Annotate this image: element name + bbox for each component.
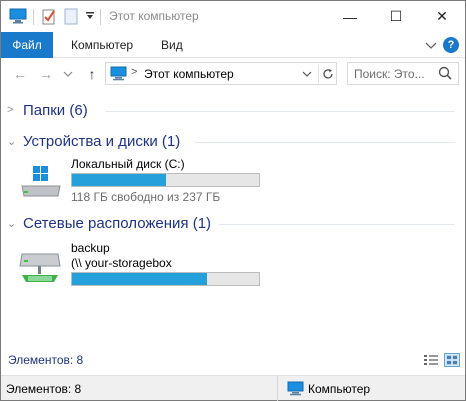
chevron-down-icon: ⌄	[7, 135, 17, 148]
status-location: Компьютер	[287, 381, 370, 396]
customize-toolbar-icon[interactable]	[85, 11, 95, 21]
details-view-icon[interactable]	[423, 353, 439, 367]
title-divider	[100, 9, 101, 25]
network-drive-icon[interactable]	[18, 248, 64, 286]
minimize-button[interactable]: —	[327, 1, 373, 32]
local-disk-name[interactable]: Локальный диск (C:)	[71, 157, 185, 171]
group-folders-label: Папки (6)	[23, 101, 88, 119]
forward-arrow-icon: →	[39, 66, 53, 82]
ribbon-tabs: Файл Компьютер Вид ?	[1, 32, 465, 58]
group-divider	[195, 142, 455, 143]
group-devices-label: Устройства и диски (1)	[23, 132, 181, 150]
new-folder-icon[interactable]	[64, 8, 78, 25]
address-dropdown-icon[interactable]	[302, 70, 312, 78]
search-icon[interactable]	[438, 66, 452, 80]
status-location-label: Компьютер	[308, 381, 371, 396]
address-text: Этот компьютер	[144, 67, 234, 81]
back-arrow-icon: ←	[13, 66, 27, 82]
search-box[interactable]	[347, 62, 459, 85]
expand-ribbon-icon[interactable]	[425, 40, 437, 50]
local-disk-icon[interactable]	[18, 164, 64, 200]
group-divider	[105, 111, 455, 112]
group-network-label: Сетевые расположения (1)	[23, 214, 212, 232]
tab-file[interactable]: Файл	[1, 32, 53, 58]
back-button[interactable]: ←	[11, 65, 29, 83]
status-bar: Элементов: 8 Компьютер	[1, 375, 465, 401]
window-title: Этот компьютер	[109, 9, 199, 23]
network-drive-name[interactable]: backup	[71, 241, 110, 255]
status-divider	[277, 376, 278, 401]
forward-button[interactable]: →	[37, 65, 55, 83]
close-button[interactable]: ✕	[419, 1, 465, 32]
refresh-button[interactable]	[318, 65, 336, 83]
title-bar: Этот компьютер — ☐ ✕	[1, 1, 465, 32]
refresh-icon	[322, 69, 333, 79]
minimize-icon: —	[343, 8, 357, 25]
chevron-down-icon: ⌄	[7, 217, 17, 230]
tab-view[interactable]: Вид	[161, 32, 183, 58]
local-disk-usage-fill	[72, 174, 166, 186]
address-bar[interactable]: > Этот компьютер	[105, 62, 337, 85]
network-drive-usage-bar	[71, 272, 260, 286]
computer-icon	[110, 66, 127, 81]
breadcrumb-separator-icon[interactable]: >	[131, 66, 137, 78]
up-arrow-icon: ↑	[88, 66, 96, 82]
quick-access-divider	[33, 9, 34, 25]
group-folders[interactable]: > Папки (6)	[7, 100, 88, 120]
maximize-button[interactable]: ☐	[373, 1, 419, 32]
network-drive-usage-fill	[72, 273, 207, 285]
item-count-label: Элементов: 8	[8, 353, 84, 367]
explorer-window: Этот компьютер — ☐ ✕ Файл Компьютер Вид …	[0, 0, 466, 401]
network-drive-path: (\\ your-storagebox	[71, 256, 172, 270]
group-devices[interactable]: ⌄ Устройства и диски (1)	[7, 131, 180, 151]
local-disk-free-space: 118 ГБ свободно из 237 ГБ	[71, 190, 221, 204]
local-disk-usage-bar	[71, 173, 260, 187]
status-item-count: Элементов: 8	[6, 382, 82, 396]
computer-icon	[287, 381, 304, 396]
computer-icon[interactable]	[9, 8, 27, 24]
properties-icon[interactable]	[41, 8, 57, 25]
navigation-bar: ← → ↑ > Этот компьютер	[1, 58, 465, 90]
tab-computer[interactable]: Компьютер	[71, 32, 133, 58]
group-divider	[219, 224, 455, 225]
tiles-view-icon[interactable]	[444, 353, 460, 367]
recent-locations-icon[interactable]	[63, 70, 73, 78]
help-button[interactable]: ?	[443, 37, 459, 53]
chevron-right-icon: >	[7, 104, 14, 116]
close-icon: ✕	[436, 8, 448, 24]
search-input[interactable]	[354, 66, 434, 82]
maximize-icon: ☐	[389, 8, 403, 24]
up-button[interactable]: ↑	[83, 65, 101, 83]
group-network-locations[interactable]: ⌄ Сетевые расположения (1)	[7, 213, 211, 233]
